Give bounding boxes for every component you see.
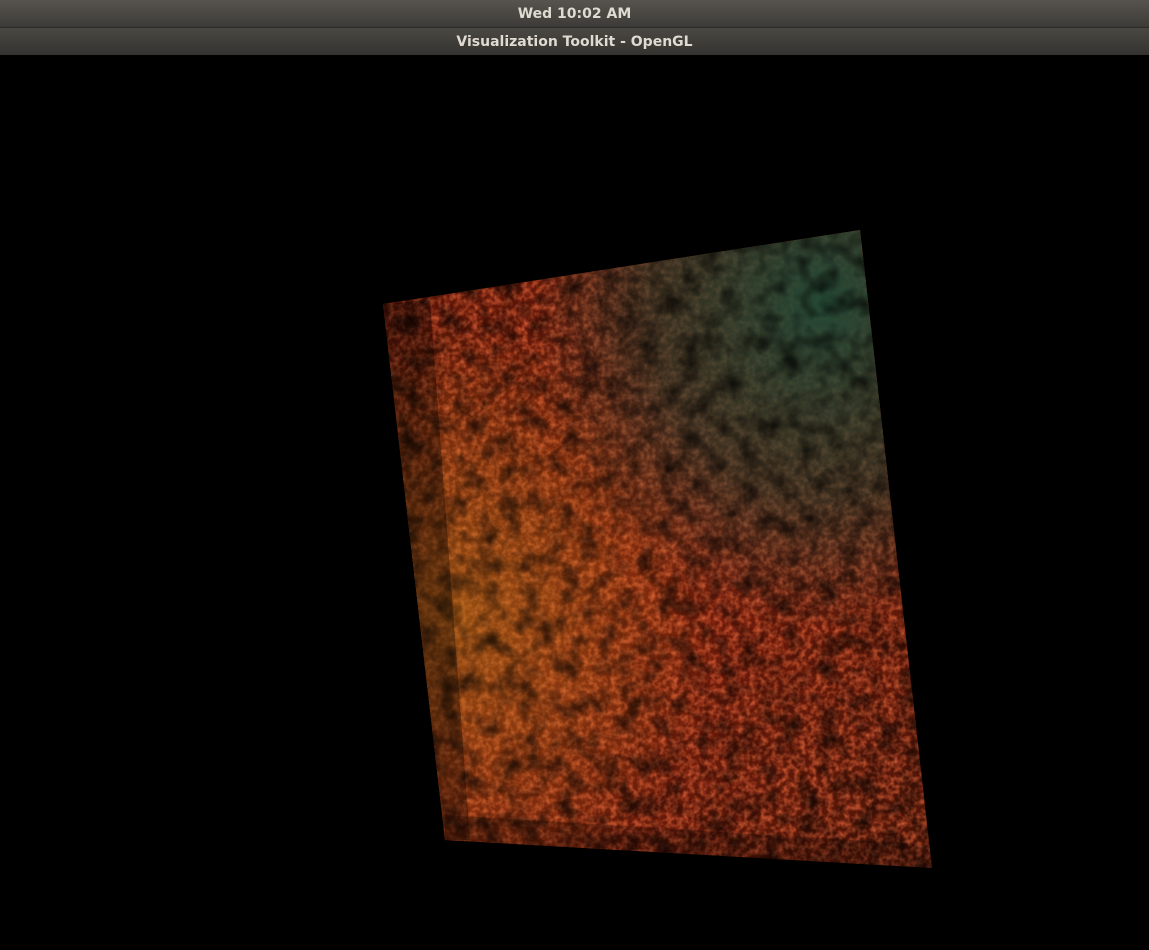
render-viewport[interactable] xyxy=(0,55,1149,950)
volume-render xyxy=(383,230,932,868)
top-panel: Wed 10:02 AM xyxy=(0,0,1149,27)
window-title-bar[interactable]: Visualization Toolkit - OpenGL xyxy=(0,27,1149,55)
clock[interactable]: Wed 10:02 AM xyxy=(518,6,632,22)
window-title: Visualization Toolkit - OpenGL xyxy=(456,33,693,50)
image-slab xyxy=(383,230,932,868)
